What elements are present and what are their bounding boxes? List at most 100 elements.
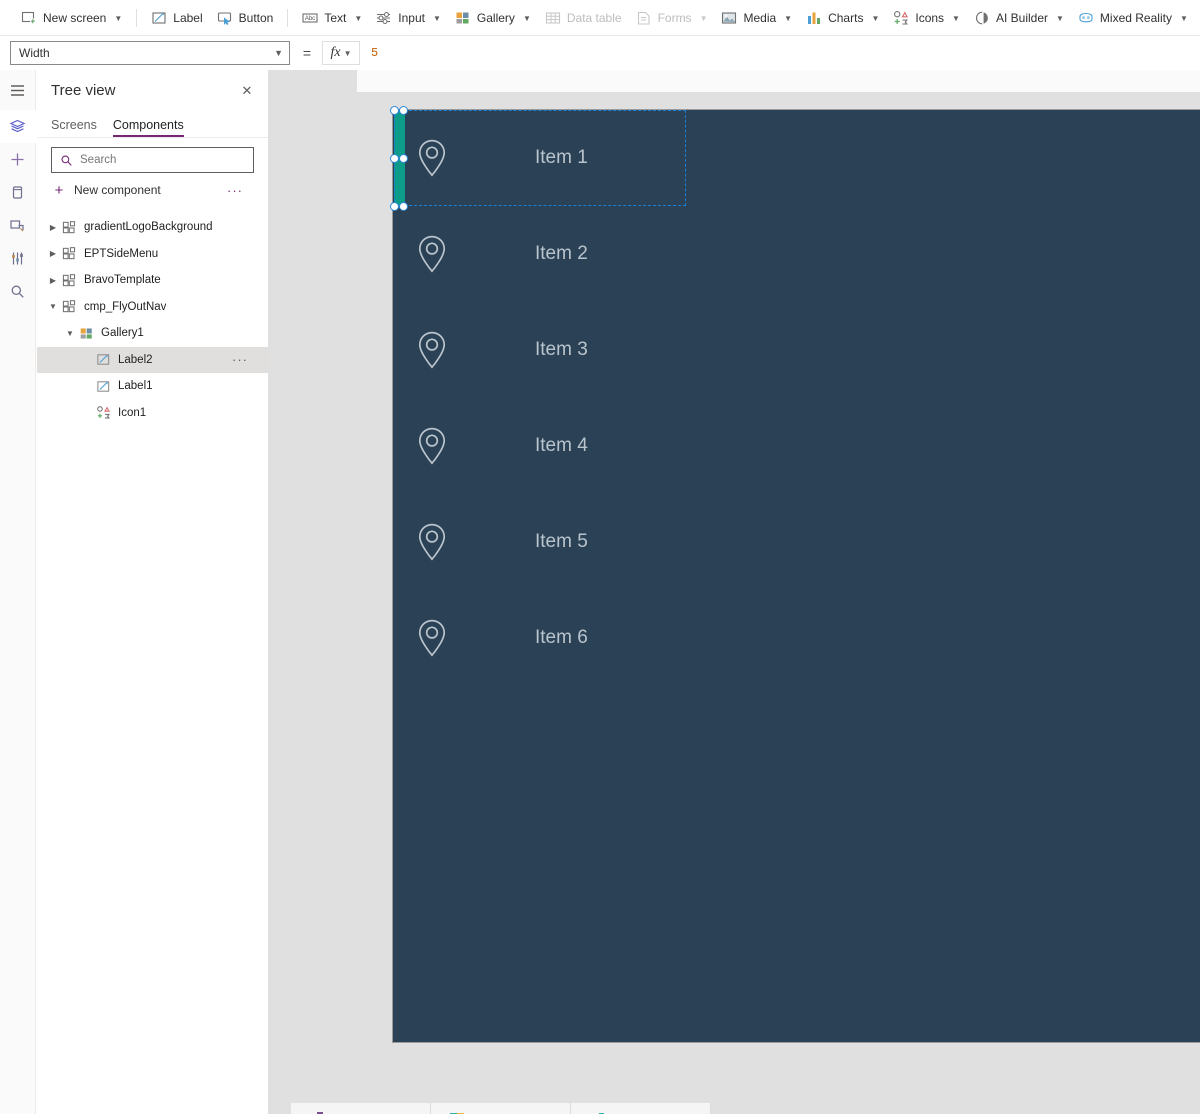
tree-item-eptsidemenu[interactable]: ▶ EPTSideMenu <box>37 241 268 268</box>
location-pin-icon[interactable] <box>417 139 447 177</box>
chevron-down-icon: ▼ <box>699 13 708 23</box>
rail-insert[interactable] <box>0 143 36 176</box>
bottom-tab-1[interactable] <box>291 1103 431 1114</box>
chevron-down-icon: ▼ <box>871 13 880 23</box>
left-icon-rail <box>0 70 36 1114</box>
app-canvas[interactable]: Item 1 Item 2 Item 3 Item 4 Item 5 Item 6 <box>389 105 1200 1042</box>
search-icon <box>11 285 24 298</box>
tree-item-icon1[interactable]: Icon1 <box>37 400 268 427</box>
chevron-down-icon: ▼ <box>354 13 363 23</box>
rail-media[interactable] <box>0 209 36 242</box>
search-input[interactable]: Search <box>51 147 254 173</box>
toolbar-ai-builder[interactable]: AI Builder ▼ <box>967 4 1071 32</box>
gallery-tree-icon <box>78 325 94 341</box>
tab-screens[interactable]: Screens <box>51 118 97 137</box>
new-component-overflow-icon[interactable]: ··· <box>227 184 243 197</box>
tree-item-overflow-icon[interactable]: ··· <box>232 353 248 366</box>
icon-tree-icon <box>95 405 111 421</box>
component-icon <box>61 219 77 235</box>
tree-item-gallery1[interactable]: ▼ Gallery1 <box>37 320 268 347</box>
new-component-button[interactable]: + New component ··· <box>51 177 254 203</box>
location-pin-icon[interactable] <box>417 331 447 369</box>
tree-item-cmp_flyoutnav[interactable]: ▼ cmp_FlyOutNav <box>37 294 268 321</box>
text-icon: Abc <box>302 12 318 23</box>
chevron-down-icon[interactable]: ▼ <box>62 329 78 338</box>
gallery-item-label[interactable]: Item 1 <box>535 147 588 169</box>
rail-hamburger-menu[interactable] <box>0 74 36 107</box>
bottom-tab-3[interactable] <box>571 1103 711 1114</box>
tab-components[interactable]: Components <box>112 118 184 137</box>
gallery-item[interactable]: Item 6 <box>393 590 686 686</box>
layers-icon <box>9 119 26 133</box>
tree-view-tabs: Screens Components <box>37 110 268 138</box>
gallery-item[interactable]: Item 4 <box>393 398 686 494</box>
gallery-item[interactable]: Item 3 <box>393 302 686 398</box>
gallery-item-label[interactable]: Item 4 <box>535 435 588 457</box>
rail-variables[interactable] <box>0 242 36 275</box>
tree-item-label: Gallery1 <box>101 327 144 340</box>
toolbar-charts[interactable]: Charts ▼ <box>799 4 886 32</box>
gallery-item-label[interactable]: Item 2 <box>535 243 588 265</box>
location-pin-icon <box>418 331 446 369</box>
chevron-right-icon[interactable]: ▶ <box>45 249 61 258</box>
resize-handle[interactable] <box>389 201 399 211</box>
gallery-item[interactable]: Item 2 <box>393 206 686 302</box>
variables-icon <box>12 252 23 265</box>
toolbar-button-label: Button <box>238 10 274 25</box>
gallery-icon <box>456 12 469 23</box>
toolbar-mixed-reality[interactable]: Mixed Reality ▼ <box>1071 4 1195 32</box>
toolbar-new-screen[interactable]: New screen ▼ <box>14 4 129 32</box>
toolbar-input[interactable]: Input ▼ <box>369 4 448 32</box>
gallery-item-label[interactable]: Item 5 <box>535 531 588 553</box>
resize-handle[interactable] <box>398 201 408 211</box>
gallery-item[interactable]: Item 5 <box>393 494 686 590</box>
bottom-tab-2[interactable] <box>431 1103 571 1114</box>
rail-data[interactable] <box>0 176 36 209</box>
tree-item-label2[interactable]: Label2 ··· <box>37 346 268 373</box>
resize-handle[interactable] <box>398 105 408 115</box>
toolbar-icons-label: Icons <box>915 10 945 25</box>
gallery-item[interactable]: Item 1 <box>393 110 686 206</box>
tree-item-gradientlogobackground[interactable]: ▶ gradientLogoBackground <box>37 214 268 241</box>
location-pin-icon <box>418 139 446 177</box>
tree-view-title: Tree view <box>51 81 116 99</box>
tree-view-list: ▶ gradientLogoBackground ▶ EPTSideMenu ▶ Brav… <box>37 209 268 426</box>
toolbar-label[interactable]: Label <box>144 4 209 32</box>
location-pin-icon[interactable] <box>417 427 447 465</box>
chevron-down-icon: ▼ <box>784 13 793 23</box>
property-selector[interactable]: Width ▼ <box>10 41 290 65</box>
mixed-reality-icon <box>1079 12 1093 22</box>
location-pin-icon[interactable] <box>417 619 447 657</box>
toolbar-icons[interactable]: Icons ▼ <box>886 4 967 32</box>
toolbar-media[interactable]: Media ▼ <box>714 4 799 32</box>
formula-bar-row: Width ▼ = fx ▼ 5 <box>0 36 1200 70</box>
input-icon <box>377 11 391 24</box>
toolbar-gallery[interactable]: Gallery ▼ <box>448 4 538 32</box>
toolbar-text[interactable]: Abc Text ▼ <box>295 4 369 32</box>
resize-handle[interactable] <box>398 153 408 163</box>
tree-item-bravotemplate[interactable]: ▶ BravoTemplate <box>37 267 268 294</box>
resize-handle[interactable] <box>389 105 399 115</box>
close-icon[interactable]: ✕ <box>238 81 256 99</box>
gallery-item-label[interactable]: Item 3 <box>535 339 588 361</box>
chevron-right-icon[interactable]: ▶ <box>45 223 61 232</box>
location-pin-icon <box>418 427 446 465</box>
fx-button[interactable]: fx ▼ <box>322 41 360 65</box>
location-pin-icon[interactable] <box>417 235 447 273</box>
formula-input[interactable]: 5 <box>360 36 1200 70</box>
toolbar-button[interactable]: Button <box>210 4 281 32</box>
rail-tree-view[interactable] <box>0 110 36 143</box>
gallery-item-label[interactable]: Item 6 <box>535 627 588 649</box>
chevron-down-icon: ▼ <box>1056 13 1064 23</box>
chevron-right-icon[interactable]: ▶ <box>45 276 61 285</box>
toolbar-divider <box>287 8 289 27</box>
top-toolbar: New screen ▼ Label Button Abc Text ▼ Inp… <box>0 0 1200 36</box>
svg-text:Abc: Abc <box>305 16 315 22</box>
chevron-down-icon[interactable]: ▼ <box>45 302 61 311</box>
chevron-down-icon: ▼ <box>1179 13 1188 23</box>
rail-search[interactable] <box>0 275 36 308</box>
tree-item-label: EPTSideMenu <box>84 247 159 260</box>
location-pin-icon[interactable] <box>417 523 447 561</box>
tree-item-label1[interactable]: Label1 <box>37 373 268 400</box>
resize-handle[interactable] <box>389 153 399 163</box>
